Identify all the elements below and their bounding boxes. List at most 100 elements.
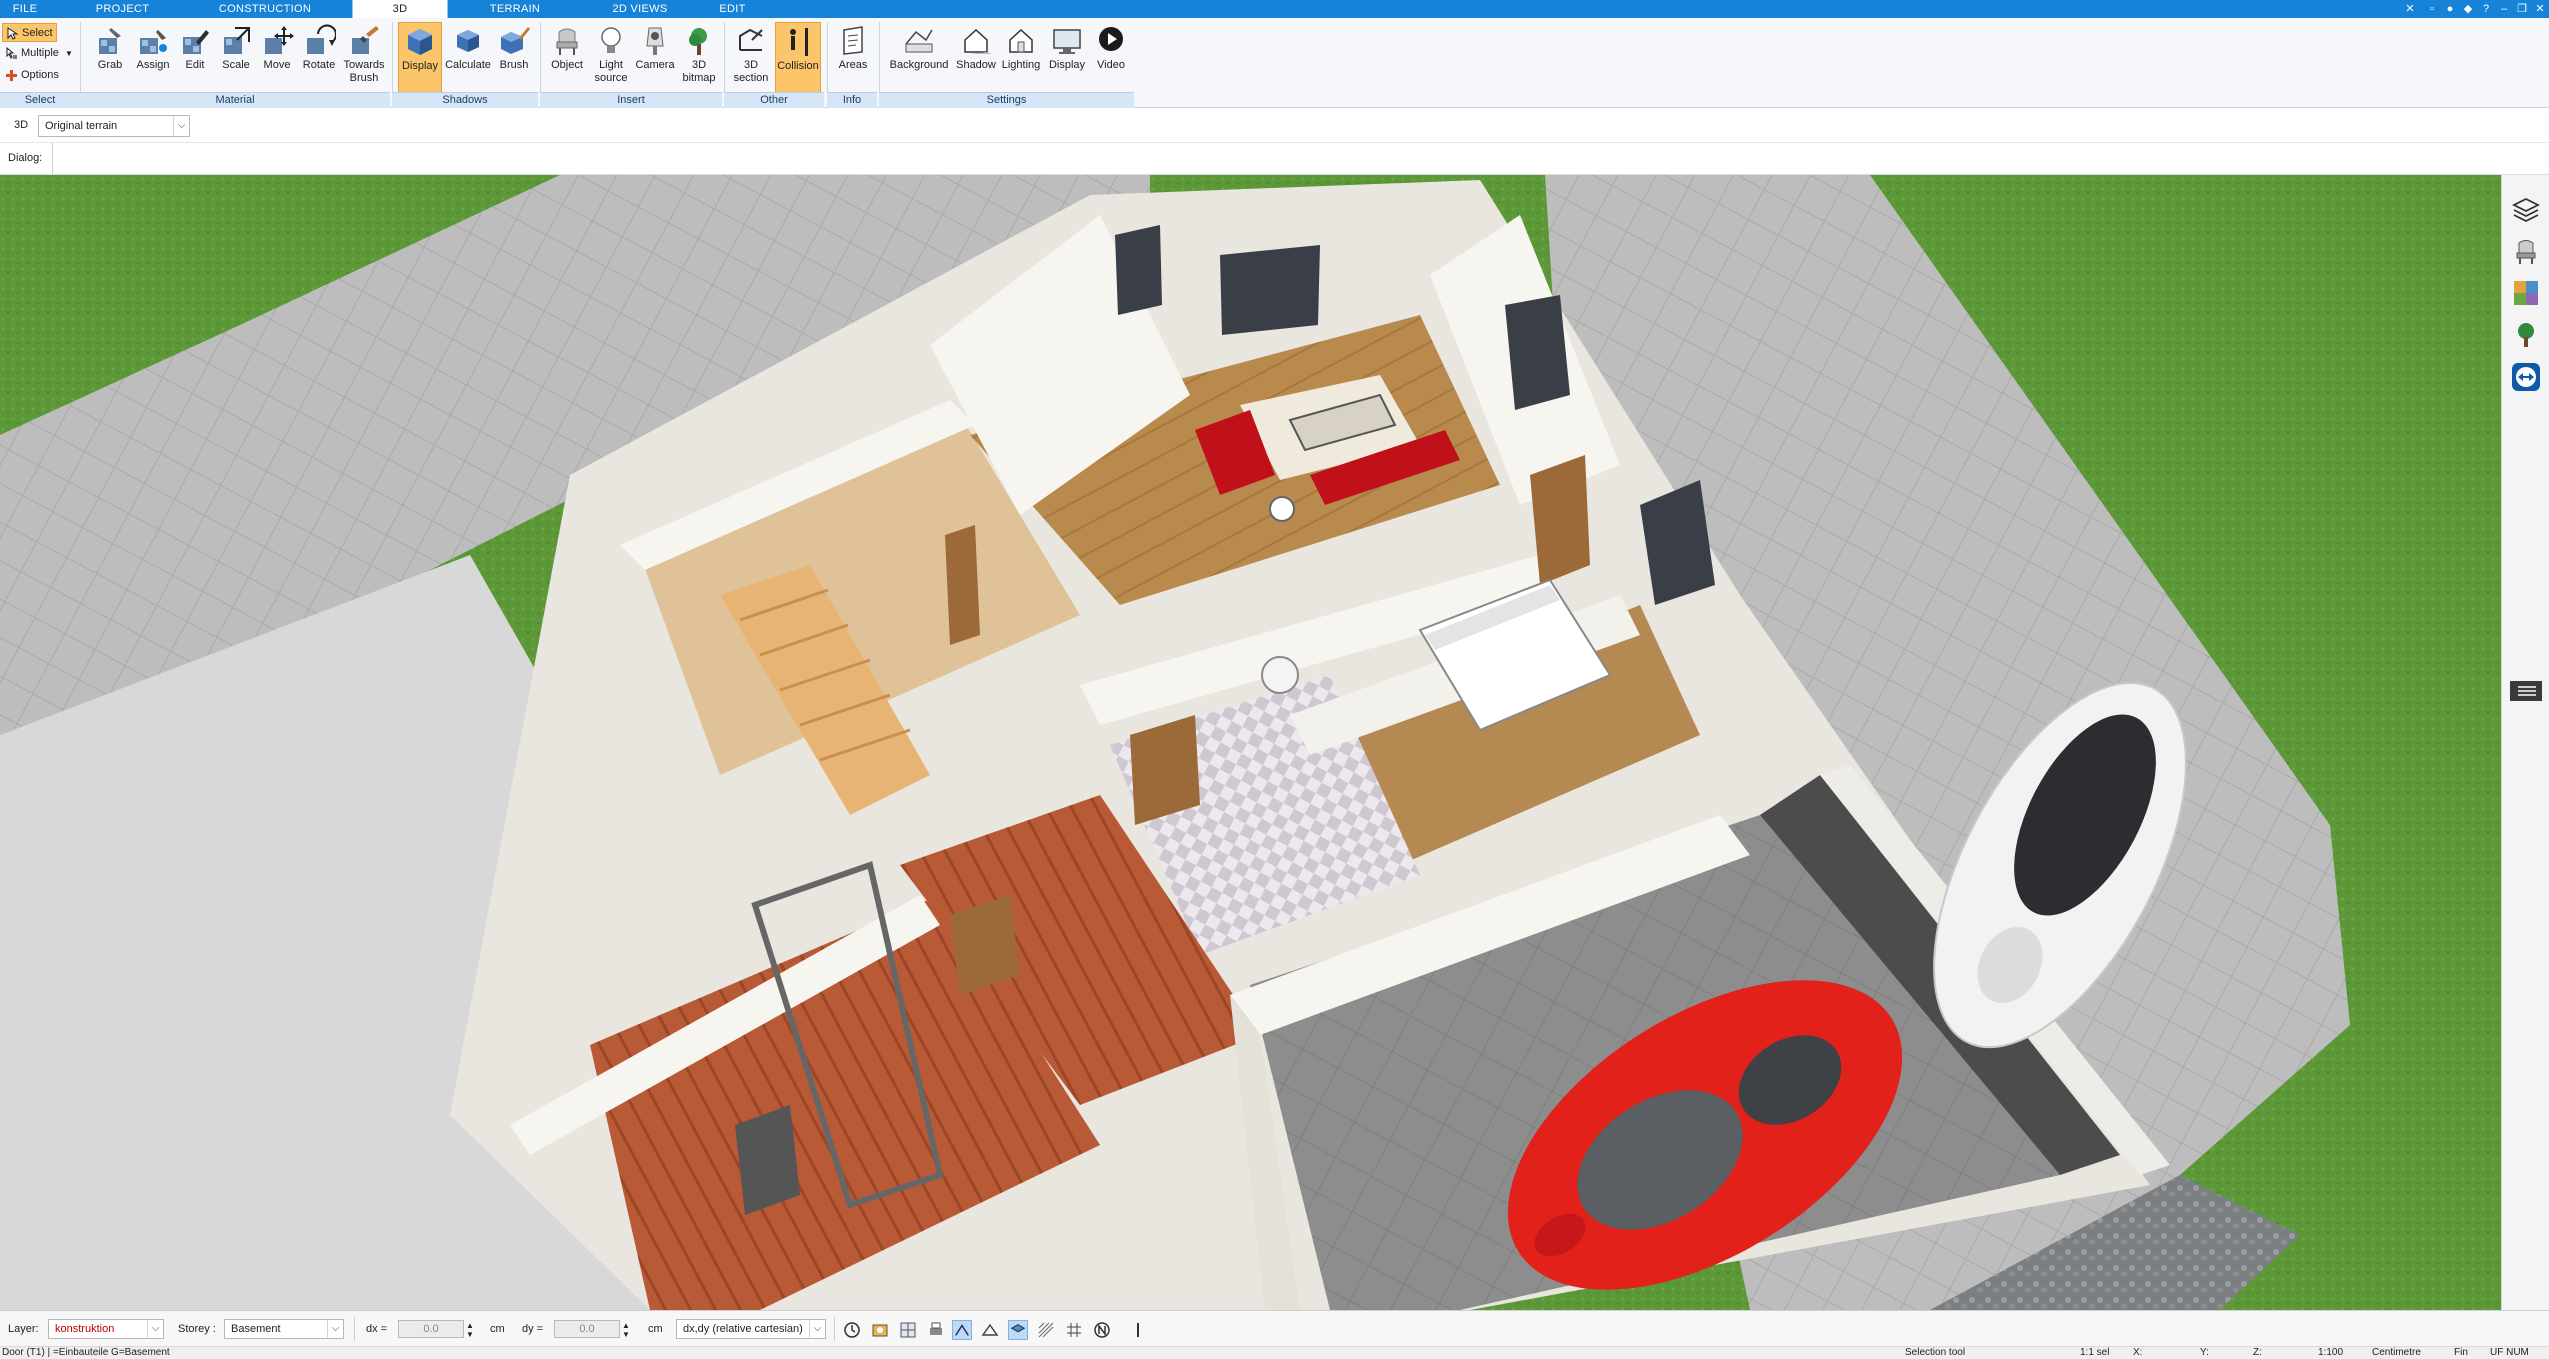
ortho-icon[interactable] bbox=[952, 1320, 972, 1340]
angle-icon[interactable] bbox=[980, 1320, 1000, 1340]
3d-viewport[interactable] bbox=[0, 175, 2501, 1310]
settings-group-label: Settings bbox=[879, 92, 1134, 108]
window-living bbox=[1220, 245, 1320, 335]
lamp bbox=[1269, 496, 1295, 522]
insert-object-button[interactable]: Object bbox=[545, 22, 589, 96]
z-coordinate-label: Z: bbox=[2253, 1347, 2262, 1358]
coordinate-mode-select[interactable]: dx,dy (relative cartesian) ⌵ bbox=[676, 1319, 826, 1339]
rotate-button[interactable]: Rotate bbox=[298, 22, 340, 96]
active-tool: Selection tool bbox=[1905, 1347, 1966, 1358]
dy-spinner-icon[interactable]: ▲ ▼ bbox=[622, 1321, 630, 1339]
dx-unit: cm bbox=[490, 1323, 505, 1335]
assign-label: Assign bbox=[136, 59, 170, 71]
tab-project[interactable]: PROJECT bbox=[70, 0, 175, 18]
assign-icon bbox=[140, 30, 167, 54]
dialog-divider bbox=[52, 143, 53, 175]
layer-value: konstruktion bbox=[55, 1323, 115, 1335]
background-button[interactable]: Background bbox=[884, 22, 954, 96]
hatch-icon[interactable] bbox=[1036, 1320, 1056, 1340]
towards-brush-button[interactable]: Towards Brush bbox=[340, 22, 388, 96]
materials-icon[interactable] bbox=[2510, 277, 2542, 309]
layer-snap-icon[interactable] bbox=[1008, 1320, 1028, 1340]
multiple-button[interactable]: Multiple ▼ bbox=[2, 44, 78, 63]
stove bbox=[735, 1105, 800, 1215]
3d-section-icon bbox=[739, 28, 763, 51]
north-icon[interactable] bbox=[1092, 1320, 1112, 1340]
insert-3d-bitmap-button[interactable]: 3D bitmap bbox=[677, 22, 721, 96]
snapshot-icon[interactable] bbox=[870, 1320, 890, 1340]
app-window: FILE PROJECT CONSTRUCTION 3D TERRAIN 2D … bbox=[0, 0, 2549, 1359]
storey-select[interactable]: Basement ⌵ bbox=[224, 1319, 344, 1339]
tree-icon[interactable] bbox=[2510, 319, 2542, 351]
3d-section-button[interactable]: 3D section bbox=[728, 22, 774, 96]
dx-spinner-icon[interactable]: ▲ ▼ bbox=[466, 1321, 474, 1339]
grab-button[interactable]: Grab bbox=[88, 22, 132, 96]
dx-label: dx = bbox=[366, 1323, 388, 1335]
options-button[interactable]: Options bbox=[2, 66, 72, 85]
rotate-icon bbox=[307, 24, 336, 54]
chevron-down-icon: ⌵ bbox=[327, 1320, 343, 1338]
tab-3d[interactable]: 3D bbox=[352, 0, 448, 18]
notification-icon[interactable]: ◆ bbox=[2460, 1, 2476, 17]
lighting-label: Lighting bbox=[1001, 59, 1041, 71]
options-icon bbox=[6, 70, 17, 81]
clock-icon[interactable] bbox=[842, 1320, 862, 1340]
dy-input[interactable]: 0.0 bbox=[554, 1320, 620, 1338]
view-mode-label: 3D bbox=[14, 119, 29, 131]
tools-icon[interactable]: ✕ bbox=[2402, 1, 2418, 17]
tab-construction[interactable]: CONSTRUCTION bbox=[190, 0, 340, 18]
grid-icon[interactable] bbox=[1064, 1320, 1084, 1340]
edit-material-button[interactable]: Edit bbox=[174, 22, 216, 96]
scale-button[interactable]: Scale bbox=[215, 22, 257, 96]
units-value: Centimetre bbox=[2372, 1347, 2421, 1358]
window-mode-icon[interactable]: ▫ bbox=[2424, 1, 2440, 17]
minimize-icon[interactable]: – bbox=[2496, 1, 2512, 17]
more-icon[interactable] bbox=[1128, 1320, 1148, 1340]
insert-camera-button[interactable]: Camera bbox=[633, 22, 677, 96]
select-icon bbox=[7, 27, 19, 40]
brush-shadows-button[interactable]: Brush bbox=[493, 22, 535, 96]
insert-light-source-button[interactable]: Light source bbox=[589, 22, 633, 96]
info-bar: Door (T1) | =Einbauteile G=Basement Sele… bbox=[0, 1346, 2549, 1359]
display-settings-button[interactable]: Display bbox=[1044, 22, 1090, 96]
calculate-shadows-button[interactable]: Calculate bbox=[443, 22, 493, 96]
tab-2d-views[interactable]: 2D VIEWS bbox=[585, 0, 695, 18]
close-icon[interactable]: ✕ bbox=[2532, 1, 2548, 17]
teamviewer-icon[interactable] bbox=[2510, 361, 2542, 393]
door-stairs bbox=[945, 525, 980, 645]
help-icon[interactable]: ? bbox=[2478, 1, 2494, 17]
tab-file[interactable]: FILE bbox=[0, 0, 50, 18]
restore-icon[interactable]: ❐ bbox=[2514, 1, 2530, 17]
print-icon[interactable] bbox=[926, 1320, 946, 1340]
ribbon: Select Multiple ▼ Options Grab Assign Ed… bbox=[0, 18, 2549, 108]
tab-terrain[interactable]: TERRAIN bbox=[465, 0, 565, 18]
terrain-select[interactable]: Original terrain ⌵ bbox=[38, 115, 190, 137]
chevron-down-icon: ⌵ bbox=[809, 1320, 825, 1338]
dy-label: dy = bbox=[522, 1323, 544, 1335]
assign-button[interactable]: Assign bbox=[131, 22, 175, 96]
video-label: Video bbox=[1097, 59, 1125, 71]
video-button[interactable]: Video bbox=[1090, 22, 1132, 96]
move-button[interactable]: Move bbox=[256, 22, 298, 96]
layer-select[interactable]: konstruktion ⌵ bbox=[48, 1319, 164, 1339]
user-icon[interactable]: ● bbox=[2442, 1, 2458, 17]
calculate-icon bbox=[457, 30, 479, 52]
collapse-icon[interactable] bbox=[2510, 675, 2542, 707]
tab-edit[interactable]: EDIT bbox=[705, 0, 760, 18]
snap-grid-icon[interactable] bbox=[898, 1320, 918, 1340]
dx-input[interactable]: 0.0 bbox=[398, 1320, 464, 1338]
lighting-button[interactable]: Lighting bbox=[998, 22, 1044, 96]
shadow-label: Shadow bbox=[956, 59, 996, 71]
select-button[interactable]: Select bbox=[2, 23, 57, 42]
select-label: Select bbox=[22, 27, 53, 39]
background-icon bbox=[905, 29, 933, 53]
areas-button[interactable]: Areas bbox=[832, 22, 874, 96]
furniture-icon[interactable] bbox=[2510, 235, 2542, 267]
material-group-label: Material bbox=[80, 92, 390, 108]
display-shadows-button[interactable]: Display bbox=[398, 22, 442, 96]
towards-brush-icon bbox=[352, 26, 379, 54]
background-label: Background bbox=[889, 59, 949, 71]
layers-icon[interactable] bbox=[2510, 193, 2542, 225]
shadow-settings-button[interactable]: Shadow bbox=[954, 22, 998, 96]
collision-button[interactable]: Collision bbox=[775, 22, 821, 96]
